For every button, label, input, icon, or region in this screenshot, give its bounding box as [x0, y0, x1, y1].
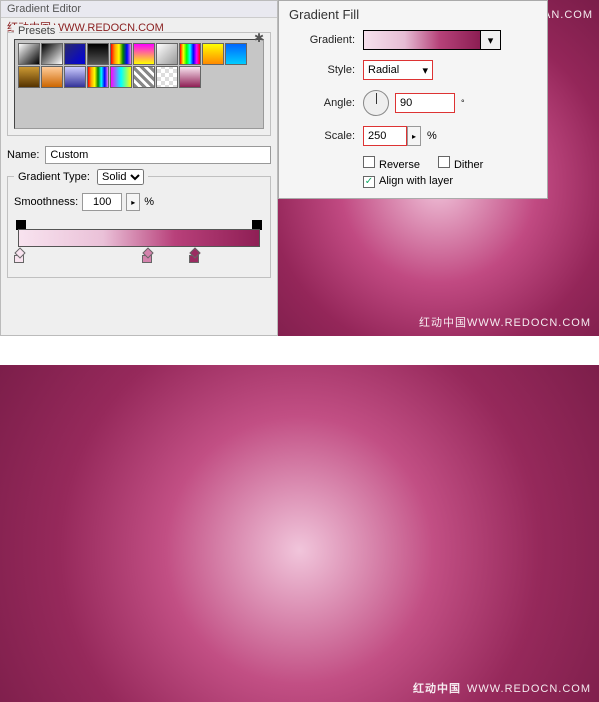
preset-swatch[interactable]	[225, 43, 247, 65]
color-stop[interactable]	[189, 249, 201, 263]
preset-swatch[interactable]	[133, 43, 155, 65]
smoothness-label: Smoothness:	[14, 196, 78, 208]
angle-label: Angle:	[289, 97, 355, 109]
preset-swatch[interactable]	[41, 66, 63, 88]
preset-swatch[interactable]	[41, 43, 63, 65]
preset-swatch[interactable]	[202, 43, 224, 65]
chevron-down-icon: ▾	[488, 34, 494, 47]
name-input[interactable]	[45, 146, 271, 164]
scale-input[interactable]: 250	[363, 126, 407, 146]
gear-icon[interactable]: ✱	[254, 31, 264, 45]
gradient-label: Gradient:	[289, 34, 355, 46]
preset-swatch[interactable]	[110, 66, 132, 88]
watermark-bottom-right: 红动中国WWW.REDOCN.COM	[413, 680, 591, 696]
spacer	[0, 336, 599, 365]
gradient-type-group: Gradient Type: Solid Smoothness: 100 ▸ %	[7, 176, 271, 278]
color-stop[interactable]	[14, 249, 26, 263]
gradient-preview-bar[interactable]	[18, 229, 260, 247]
preset-swatch[interactable]	[64, 66, 86, 88]
preset-swatch[interactable]	[179, 66, 201, 88]
preset-swatch[interactable]	[87, 66, 109, 88]
smoothness-stepper[interactable]: ▸	[126, 193, 140, 211]
presets-label: Presets	[14, 25, 59, 37]
align-with-layer-option[interactable]: ✓Align with layer	[363, 175, 453, 188]
name-label: Name:	[7, 149, 39, 161]
smoothness-input[interactable]: 100	[82, 193, 122, 211]
angle-unit: °	[461, 98, 465, 108]
dither-option[interactable]: Dither	[438, 156, 483, 171]
gradient-fill-dialog: Gradient Fill Gradient: ▾ Style: Radial …	[278, 0, 548, 199]
angle-dial[interactable]	[363, 90, 389, 116]
presets-list[interactable]	[14, 39, 264, 129]
gradient-dropdown-button[interactable]: ▾	[481, 30, 501, 50]
checkbox-icon: ✓	[363, 176, 375, 188]
scale-label: Scale:	[289, 130, 355, 142]
checkbox-icon	[438, 156, 450, 168]
angle-input[interactable]: 90	[395, 93, 455, 113]
reverse-option[interactable]: Reverse	[363, 156, 420, 171]
watermark-canvas-top-br: 红动中国WWW.REDOCN.COM	[419, 314, 591, 330]
preset-swatch[interactable]	[110, 43, 132, 65]
gradient-editor-panel: Gradient Editor 红动中国 WWW.REDOCN.COM Pres…	[0, 0, 278, 336]
gradient-editor-title: Gradient Editor	[1, 1, 277, 18]
style-select[interactable]: Radial ▾	[363, 60, 433, 80]
scale-unit: %	[427, 130, 437, 142]
preset-swatch[interactable]	[64, 43, 86, 65]
document-canvas-preview-bottom: 红动中国WWW.REDOCN.COM	[0, 365, 599, 702]
smoothness-unit: %	[144, 196, 154, 208]
preset-swatch[interactable]	[18, 66, 40, 88]
gradient-fill-title: Gradient Fill	[289, 7, 537, 22]
preset-swatch[interactable]	[156, 43, 178, 65]
preset-swatch[interactable]	[156, 66, 178, 88]
style-label: Style:	[289, 64, 355, 76]
gradient-swatch-button[interactable]	[363, 30, 481, 50]
presets-group: Presets ✱	[7, 32, 271, 136]
scale-stepper[interactable]: ▸	[407, 126, 421, 146]
preset-swatch[interactable]	[87, 43, 109, 65]
color-stop[interactable]	[142, 249, 154, 263]
gradient-track[interactable]	[14, 221, 264, 267]
checkbox-icon	[363, 156, 375, 168]
preset-swatch[interactable]	[179, 43, 201, 65]
preset-swatch[interactable]	[18, 43, 40, 65]
gradient-type-select[interactable]: Solid	[97, 169, 144, 185]
chevron-down-icon: ▾	[422, 64, 428, 77]
preset-swatch[interactable]	[133, 66, 155, 88]
gradient-type-label: Gradient Type:	[18, 171, 90, 183]
